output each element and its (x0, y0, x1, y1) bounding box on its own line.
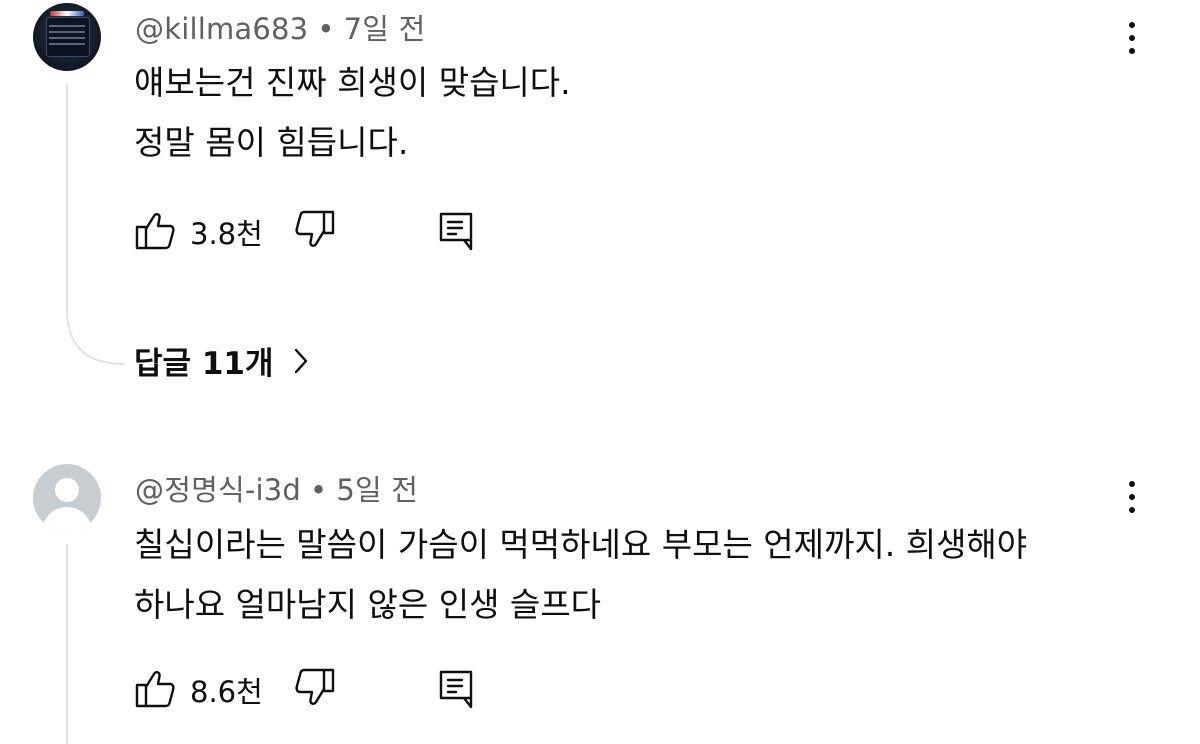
comment-line: 하나요 얼마남지 않은 인생 슬프다 (134, 585, 601, 624)
comment-icon[interactable] (436, 667, 476, 709)
comment-text: 칠십이라는 말씀이 가슴이 먹먹하네요 부모는 언제까지. 희생해야 하나요 얼… (134, 515, 1027, 635)
replies-label: 답글 11개 (134, 346, 274, 382)
thumbs-up-icon[interactable] (134, 209, 176, 251)
comment-line: 칠십이라는 말씀이 가슴이 먹먹하네요 부모는 언제까지. 희생해야 (134, 525, 1028, 564)
more-vert-icon[interactable] (1120, 477, 1144, 517)
author-name[interactable]: @정명식-i3d (135, 473, 301, 507)
view-replies-button[interactable]: 답글 11개 (134, 338, 309, 386)
like-count: 8.6천 (190, 675, 263, 709)
comment-line: 정말 몸이 힘듭니다. (134, 123, 409, 162)
like-count: 3.8천 (190, 217, 263, 251)
avatar[interactable] (33, 464, 101, 532)
comment-line: 얘보는건 진짜 희생이 맞습니다. (134, 63, 571, 102)
thumbs-up-icon[interactable] (134, 667, 176, 709)
separator-dot: • (317, 12, 335, 46)
chevron-right-icon (293, 347, 309, 375)
comment-header: @정명식-i3d • 5일 전 (135, 467, 418, 509)
avatar[interactable] (33, 3, 101, 71)
thumbs-down-icon[interactable] (294, 209, 336, 251)
comment-icon[interactable] (436, 209, 476, 251)
comment-text: 얘보는건 진짜 희생이 맞습니다. 정말 몸이 힘듭니다. (134, 53, 571, 173)
timestamp[interactable]: 5일 전 (336, 473, 418, 507)
timestamp[interactable]: 7일 전 (344, 12, 426, 46)
more-vert-icon[interactable] (1120, 18, 1144, 58)
separator-dot: • (310, 473, 328, 507)
comment-header: @killma683 • 7일 전 (135, 6, 426, 48)
thread-line (66, 544, 68, 744)
thumbs-down-icon[interactable] (294, 667, 336, 709)
author-name[interactable]: @killma683 (135, 12, 308, 46)
thread-line (66, 84, 125, 365)
